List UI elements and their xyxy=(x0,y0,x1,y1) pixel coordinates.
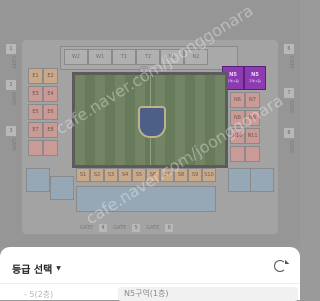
gate-number-left-1: 1 xyxy=(6,44,16,54)
seat-section-n12[interactable] xyxy=(230,146,245,162)
divider xyxy=(0,283,300,284)
section-floor: 구역(1층) xyxy=(226,79,240,83)
seat-section-sw-2[interactable] xyxy=(50,176,74,200)
bottom-sheet: 등급 선택 ▼ - 5(2층) ⌃ N5구역(1층) xyxy=(0,247,300,301)
seat-section-e2[interactable]: E2 xyxy=(43,68,58,84)
seat-section-w2[interactable]: W2 xyxy=(64,49,88,65)
section-floor: 구역(1층) xyxy=(248,79,262,83)
seat-section-se-1[interactable] xyxy=(228,168,252,192)
gate-number-left-3: 3 xyxy=(6,126,16,136)
gate-label-right-1: GATE xyxy=(288,56,294,70)
refresh-icon[interactable] xyxy=(274,260,286,272)
gate-label-left-3: GATE xyxy=(10,138,16,152)
gate-number-right-1: 6 xyxy=(284,44,294,54)
stadium-seat-map: W2 W1 T1 T2 N1 N2 T N5 구역(1층) N5 구역(1층) … xyxy=(0,0,300,247)
seat-section-s10[interactable]: S10 xyxy=(202,168,216,182)
seat-section-n5-b[interactable]: N5 구역(1층) xyxy=(244,66,266,90)
seat-section-s1[interactable]: S1 xyxy=(76,168,90,182)
seat-section-s9[interactable]: S9 xyxy=(188,168,202,182)
team-emblem-icon xyxy=(138,106,166,138)
seat-section-e4[interactable]: E4 xyxy=(43,86,58,102)
seat-section-s4[interactable]: S4 xyxy=(118,168,132,182)
gate-label-right-3: GATE xyxy=(288,140,294,154)
gate-number-bottom-2: 5 xyxy=(132,224,141,232)
gate-number-bottom-3: 6 xyxy=(165,224,174,232)
seat-section-e10[interactable] xyxy=(43,140,58,156)
seat-section-s2[interactable]: S2 xyxy=(90,168,104,182)
seat-section-sw-1[interactable] xyxy=(26,168,50,192)
grade-select-button[interactable]: 등급 선택 ▼ xyxy=(12,261,61,276)
gate-number-right-2: 7 xyxy=(284,88,294,98)
seat-section-n6[interactable]: N6 xyxy=(230,92,245,108)
seat-section-se-2[interactable] xyxy=(250,168,274,192)
seat-section-e5[interactable]: E5 xyxy=(28,104,43,120)
gate-label-left-1: GATE xyxy=(10,56,16,70)
seat-section-e6[interactable]: E6 xyxy=(43,104,58,120)
seat-section-s3[interactable]: S3 xyxy=(104,168,118,182)
seat-section-e3[interactable]: E3 xyxy=(28,86,43,102)
selected-section-chip[interactable]: N5구역(1층) xyxy=(118,287,298,301)
seat-section-e7[interactable]: E7 xyxy=(28,122,43,138)
grade-select-label: 등급 선택 xyxy=(12,265,53,276)
seat-section-t1[interactable]: T1 xyxy=(112,49,136,65)
gate-label-bottom-2: GATE xyxy=(113,225,127,231)
seat-section-e9[interactable] xyxy=(28,140,43,156)
seat-section-n13[interactable] xyxy=(245,146,260,162)
gate-label-left-2: GATE xyxy=(10,92,16,106)
caret-down-icon: ▼ xyxy=(56,265,61,272)
section-hint-text: - 5(2층) xyxy=(24,290,54,299)
gate-number-right-3: 8 xyxy=(284,128,294,138)
gate-number-left-2: 2 xyxy=(6,80,16,90)
seat-section-w1[interactable]: W1 xyxy=(88,49,112,65)
gate-number-bottom-1: 4 xyxy=(99,224,108,232)
seat-section-e1[interactable]: E1 xyxy=(28,68,43,84)
gate-label-bottom-3: GATE xyxy=(146,225,160,231)
